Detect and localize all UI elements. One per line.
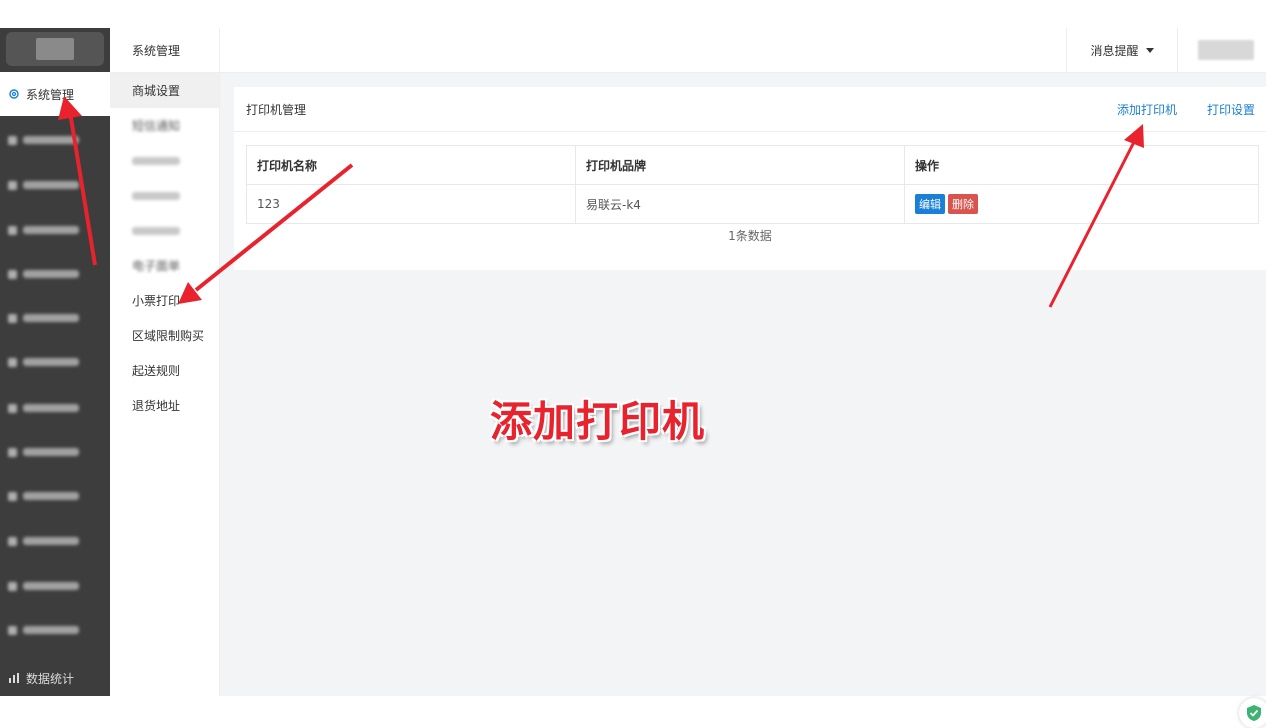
- subnav-item-receipt-print[interactable]: 小票打印: [110, 283, 219, 318]
- printer-panel: 打印机管理 添加打印机 打印设置 打印机名称 打印机品牌 操作 123 易联云-…: [234, 87, 1266, 270]
- app-frame: 系统管理 数据统计 系统管理 商城设置 短信通知 电子面单 小票打印 区域限制购…: [0, 28, 1266, 728]
- avatar[interactable]: [1198, 40, 1254, 60]
- subnav-item-region-limit[interactable]: 区域限制购买: [110, 318, 219, 353]
- shield-check-icon[interactable]: [1239, 698, 1266, 728]
- annotation-label: 添加打印机: [490, 397, 706, 446]
- column-header-brand: 打印机品牌: [575, 145, 905, 185]
- subnav-item-label: 区域限制购买: [132, 329, 205, 343]
- cell-printer-name: 123: [246, 184, 576, 224]
- table-header-row: 打印机名称 打印机品牌 操作: [246, 145, 1259, 185]
- sidebar-item[interactable]: [0, 296, 110, 340]
- main-sidebar: 系统管理 数据统计: [0, 28, 110, 696]
- subnav-item[interactable]: [110, 143, 219, 178]
- print-settings-link[interactable]: 打印设置: [1207, 87, 1255, 131]
- subnav-item-return-address[interactable]: 退货地址: [110, 388, 219, 423]
- subnav-item-label: 商城设置: [132, 84, 181, 98]
- sidebar-item-label: 数据统计: [26, 671, 75, 686]
- subnav-item-label: 电子面单: [132, 259, 181, 273]
- logo: [6, 32, 104, 66]
- sidebar-item[interactable]: [0, 118, 110, 162]
- sidebar-item[interactable]: [0, 252, 110, 296]
- subnav-item-label: 小票打印: [132, 294, 181, 308]
- subnav-item-label: 短信通知: [132, 119, 181, 133]
- table-row: 123 易联云-k4 编辑 删除: [246, 184, 1259, 224]
- sidebar-item[interactable]: [0, 430, 110, 474]
- message-label: 消息提醒: [1090, 44, 1139, 58]
- subnav-header: 系统管理: [110, 28, 219, 73]
- sidebar-item[interactable]: [0, 519, 110, 563]
- message-dropdown[interactable]: 消息提醒: [1066, 28, 1178, 73]
- sidebar-item[interactable]: [0, 564, 110, 608]
- sidebar-item[interactable]: [0, 474, 110, 518]
- cell-actions: 编辑 删除: [904, 184, 1259, 224]
- subnav-item-delivery-rules[interactable]: 起送规则: [110, 353, 219, 388]
- sub-navigation: 系统管理 商城设置 短信通知 电子面单 小票打印 区域限制购买 起送规则 退货地…: [110, 28, 220, 696]
- sidebar-item[interactable]: [0, 608, 110, 652]
- sidebar-item[interactable]: [0, 163, 110, 207]
- subnav-item[interactable]: [110, 178, 219, 213]
- gear-icon: [8, 88, 20, 100]
- record-count: 1条数据: [728, 229, 772, 243]
- subnav-item-label: 起送规则: [132, 364, 181, 378]
- sidebar-item[interactable]: [0, 340, 110, 384]
- subnav-item-e-waybill[interactable]: 电子面单: [110, 248, 219, 283]
- column-header-name: 打印机名称: [246, 145, 576, 185]
- subnav-item[interactable]: [110, 213, 219, 248]
- divider: [234, 131, 1266, 132]
- main-content: 打印机管理 添加打印机 打印设置 打印机名称 打印机品牌 操作 123 易联云-…: [220, 73, 1266, 696]
- sidebar-item-statistics[interactable]: 数据统计: [0, 656, 110, 700]
- bar-chart-icon: [8, 672, 20, 684]
- cell-printer-brand: 易联云-k4: [575, 184, 905, 224]
- delete-button[interactable]: 删除: [948, 194, 978, 214]
- sidebar-item-label: 系统管理: [26, 87, 75, 102]
- subnav-item-mall-settings[interactable]: 商城设置: [110, 73, 219, 108]
- sidebar-item[interactable]: [0, 386, 110, 430]
- column-header-actions: 操作: [904, 145, 1259, 185]
- subnav-item-label: 退货地址: [132, 399, 181, 413]
- panel-title: 打印机管理: [246, 102, 307, 117]
- add-printer-link[interactable]: 添加打印机: [1117, 87, 1177, 131]
- sidebar-item[interactable]: [0, 208, 110, 252]
- top-header: 消息提醒: [220, 28, 1266, 73]
- subnav-item-sms[interactable]: 短信通知: [110, 108, 219, 143]
- edit-button[interactable]: 编辑: [915, 194, 945, 214]
- printer-table: 打印机名称 打印机品牌 操作 123 易联云-k4 编辑 删除: [246, 145, 1259, 224]
- sidebar-item-system[interactable]: 系统管理: [0, 72, 110, 116]
- caret-down-icon: [1145, 48, 1154, 53]
